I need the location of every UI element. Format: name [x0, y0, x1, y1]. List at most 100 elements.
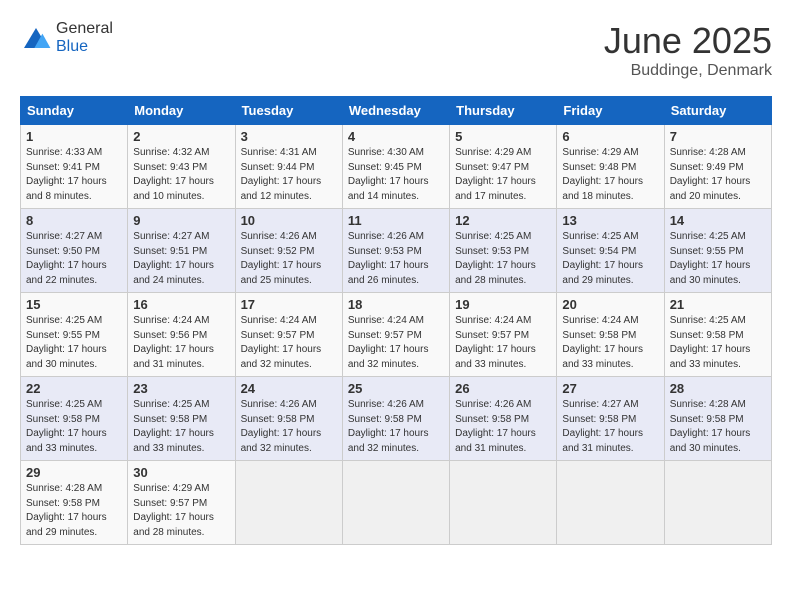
day-info: Sunrise: 4:27 AM Sunset: 9:51 PM Dayligh… — [133, 230, 229, 288]
day-number: 13 — [562, 213, 658, 228]
calendar-cell: 7 Sunrise: 4:28 AM Sunset: 9:49 PM Daylig… — [664, 125, 771, 209]
calendar-weekday-thursday: Thursday — [450, 97, 557, 125]
calendar-weekday-saturday: Saturday — [664, 97, 771, 125]
day-info: Sunrise: 4:33 AM Sunset: 9:41 PM Dayligh… — [26, 146, 122, 204]
day-number: 23 — [133, 381, 229, 396]
calendar-week-row: 15Sunrise: 4:25 AM Sunset: 9:55 PM Dayli… — [21, 293, 772, 377]
day-info: Sunrise: 4:29 AM Sunset: 9:48 PM Dayligh… — [562, 146, 658, 204]
day-number: 3 — [241, 129, 337, 144]
day-number: 1 — [26, 129, 122, 144]
header: General Blue June 2025 Buddinge, Denmark — [20, 20, 772, 80]
day-number: 11 — [348, 213, 444, 228]
calendar-cell: 5 Sunrise: 4:29 AM Sunset: 9:47 PM Daylig… — [450, 125, 557, 209]
day-number: 27 — [562, 381, 658, 396]
day-info: Sunrise: 4:24 AM Sunset: 9:57 PM Dayligh… — [455, 314, 551, 372]
calendar-cell: 14 Sunrise: 4:25 AM Sunset: 9:55 PM Dayli… — [664, 209, 771, 293]
day-number: 28 — [670, 381, 766, 396]
calendar-cell — [342, 461, 449, 545]
day-number: 29 — [26, 465, 122, 480]
day-number: 7 — [670, 129, 766, 144]
calendar-cell: 19 Sunrise: 4:24 AM Sunset: 9:57 PM Dayli… — [450, 293, 557, 377]
calendar-cell: 8Sunrise: 4:27 AM Sunset: 9:50 PM Daylig… — [21, 209, 128, 293]
day-info: Sunrise: 4:29 AM Sunset: 9:47 PM Dayligh… — [455, 146, 551, 204]
calendar-cell: 9 Sunrise: 4:27 AM Sunset: 9:51 PM Daylig… — [128, 209, 235, 293]
day-number: 21 — [670, 297, 766, 312]
calendar-cell — [450, 461, 557, 545]
calendar-cell: 10 Sunrise: 4:26 AM Sunset: 9:52 PM Dayli… — [235, 209, 342, 293]
title-block: June 2025 Buddinge, Denmark — [604, 20, 772, 80]
calendar-cell: 30Sunrise: 4:29 AM Sunset: 9:57 PM Dayli… — [128, 461, 235, 545]
day-info: Sunrise: 4:28 AM Sunset: 9:58 PM Dayligh… — [26, 482, 122, 540]
day-info: Sunrise: 4:25 AM Sunset: 9:58 PM Dayligh… — [670, 314, 766, 372]
day-info: Sunrise: 4:32 AM Sunset: 9:43 PM Dayligh… — [133, 146, 229, 204]
day-info: Sunrise: 4:26 AM Sunset: 9:58 PM Dayligh… — [455, 398, 551, 456]
day-info: Sunrise: 4:25 AM Sunset: 9:58 PM Dayligh… — [26, 398, 122, 456]
calendar-week-row: 8Sunrise: 4:27 AM Sunset: 9:50 PM Daylig… — [21, 209, 772, 293]
calendar-cell: 1 Sunrise: 4:33 AM Sunset: 9:41 PM Daylig… — [21, 125, 128, 209]
page: General Blue June 2025 Buddinge, Denmark… — [0, 0, 792, 612]
location-subtitle: Buddinge, Denmark — [604, 62, 772, 80]
day-info: Sunrise: 4:26 AM Sunset: 9:53 PM Dayligh… — [348, 230, 444, 288]
day-number: 17 — [241, 297, 337, 312]
day-number: 18 — [348, 297, 444, 312]
day-info: Sunrise: 4:26 AM Sunset: 9:58 PM Dayligh… — [348, 398, 444, 456]
day-number: 12 — [455, 213, 551, 228]
day-number: 14 — [670, 213, 766, 228]
day-number: 15 — [26, 297, 122, 312]
day-info: Sunrise: 4:24 AM Sunset: 9:57 PM Dayligh… — [348, 314, 444, 372]
day-number: 8 — [26, 213, 122, 228]
calendar-cell: 16 Sunrise: 4:24 AM Sunset: 9:56 PM Dayli… — [128, 293, 235, 377]
month-title: June 2025 — [604, 20, 772, 62]
calendar-weekday-tuesday: Tuesday — [235, 97, 342, 125]
calendar-weekday-wednesday: Wednesday — [342, 97, 449, 125]
day-info: Sunrise: 4:31 AM Sunset: 9:44 PM Dayligh… — [241, 146, 337, 204]
calendar-cell: 29 Sunrise: 4:28 AM Sunset: 9:58 PM Dayli… — [21, 461, 128, 545]
calendar-cell — [557, 461, 664, 545]
logo-icon — [20, 24, 52, 52]
calendar-cell: 22 Sunrise: 4:25 AM Sunset: 9:58 PM Dayli… — [21, 377, 128, 461]
day-info: Sunrise: 4:27 AM Sunset: 9:58 PM Dayligh… — [562, 398, 658, 456]
day-number: 6 — [562, 129, 658, 144]
day-number: 22 — [26, 381, 122, 396]
day-info: Sunrise: 4:25 AM Sunset: 9:58 PM Dayligh… — [133, 398, 229, 456]
day-info: Sunrise: 4:30 AM Sunset: 9:45 PM Dayligh… — [348, 146, 444, 204]
calendar-week-row: 22 Sunrise: 4:25 AM Sunset: 9:58 PM Dayli… — [21, 377, 772, 461]
calendar-weekday-friday: Friday — [557, 97, 664, 125]
calendar-cell: 11 Sunrise: 4:26 AM Sunset: 9:53 PM Dayli… — [342, 209, 449, 293]
day-number: 16 — [133, 297, 229, 312]
day-info: Sunrise: 4:26 AM Sunset: 9:52 PM Dayligh… — [241, 230, 337, 288]
day-info: Sunrise: 4:28 AM Sunset: 9:58 PM Dayligh… — [670, 398, 766, 456]
calendar-cell: 4 Sunrise: 4:30 AM Sunset: 9:45 PM Daylig… — [342, 125, 449, 209]
day-number: 4 — [348, 129, 444, 144]
day-number: 19 — [455, 297, 551, 312]
calendar-cell: 28 Sunrise: 4:28 AM Sunset: 9:58 PM Dayli… — [664, 377, 771, 461]
calendar-cell: 13 Sunrise: 4:25 AM Sunset: 9:54 PM Dayli… — [557, 209, 664, 293]
day-number: 25 — [348, 381, 444, 396]
day-info: Sunrise: 4:28 AM Sunset: 9:49 PM Dayligh… — [670, 146, 766, 204]
calendar-cell: 6 Sunrise: 4:29 AM Sunset: 9:48 PM Daylig… — [557, 125, 664, 209]
calendar-header-row: SundayMondayTuesdayWednesdayThursdayFrid… — [21, 97, 772, 125]
calendar-cell: 24Sunrise: 4:26 AM Sunset: 9:58 PM Dayli… — [235, 377, 342, 461]
logo-general: General — [56, 20, 113, 37]
day-info: Sunrise: 4:25 AM Sunset: 9:53 PM Dayligh… — [455, 230, 551, 288]
day-number: 5 — [455, 129, 551, 144]
day-info: Sunrise: 4:24 AM Sunset: 9:56 PM Dayligh… — [133, 314, 229, 372]
day-info: Sunrise: 4:24 AM Sunset: 9:57 PM Dayligh… — [241, 314, 337, 372]
day-number: 10 — [241, 213, 337, 228]
calendar-weekday-monday: Monday — [128, 97, 235, 125]
logo: General Blue — [20, 20, 113, 56]
calendar-cell: 12 Sunrise: 4:25 AM Sunset: 9:53 PM Dayli… — [450, 209, 557, 293]
logo-blue: Blue — [56, 38, 88, 55]
day-number: 26 — [455, 381, 551, 396]
calendar-cell: 2 Sunrise: 4:32 AM Sunset: 9:43 PM Daylig… — [128, 125, 235, 209]
day-info: Sunrise: 4:25 AM Sunset: 9:54 PM Dayligh… — [562, 230, 658, 288]
day-number: 9 — [133, 213, 229, 228]
calendar-cell: 25 Sunrise: 4:26 AM Sunset: 9:58 PM Dayli… — [342, 377, 449, 461]
calendar-week-row: 29 Sunrise: 4:28 AM Sunset: 9:58 PM Dayli… — [21, 461, 772, 545]
calendar-cell: 17 Sunrise: 4:24 AM Sunset: 9:57 PM Dayli… — [235, 293, 342, 377]
day-info: Sunrise: 4:25 AM Sunset: 9:55 PM Dayligh… — [670, 230, 766, 288]
calendar-cell — [235, 461, 342, 545]
day-number: 20 — [562, 297, 658, 312]
day-number: 2 — [133, 129, 229, 144]
logo-text: General Blue — [56, 20, 113, 56]
